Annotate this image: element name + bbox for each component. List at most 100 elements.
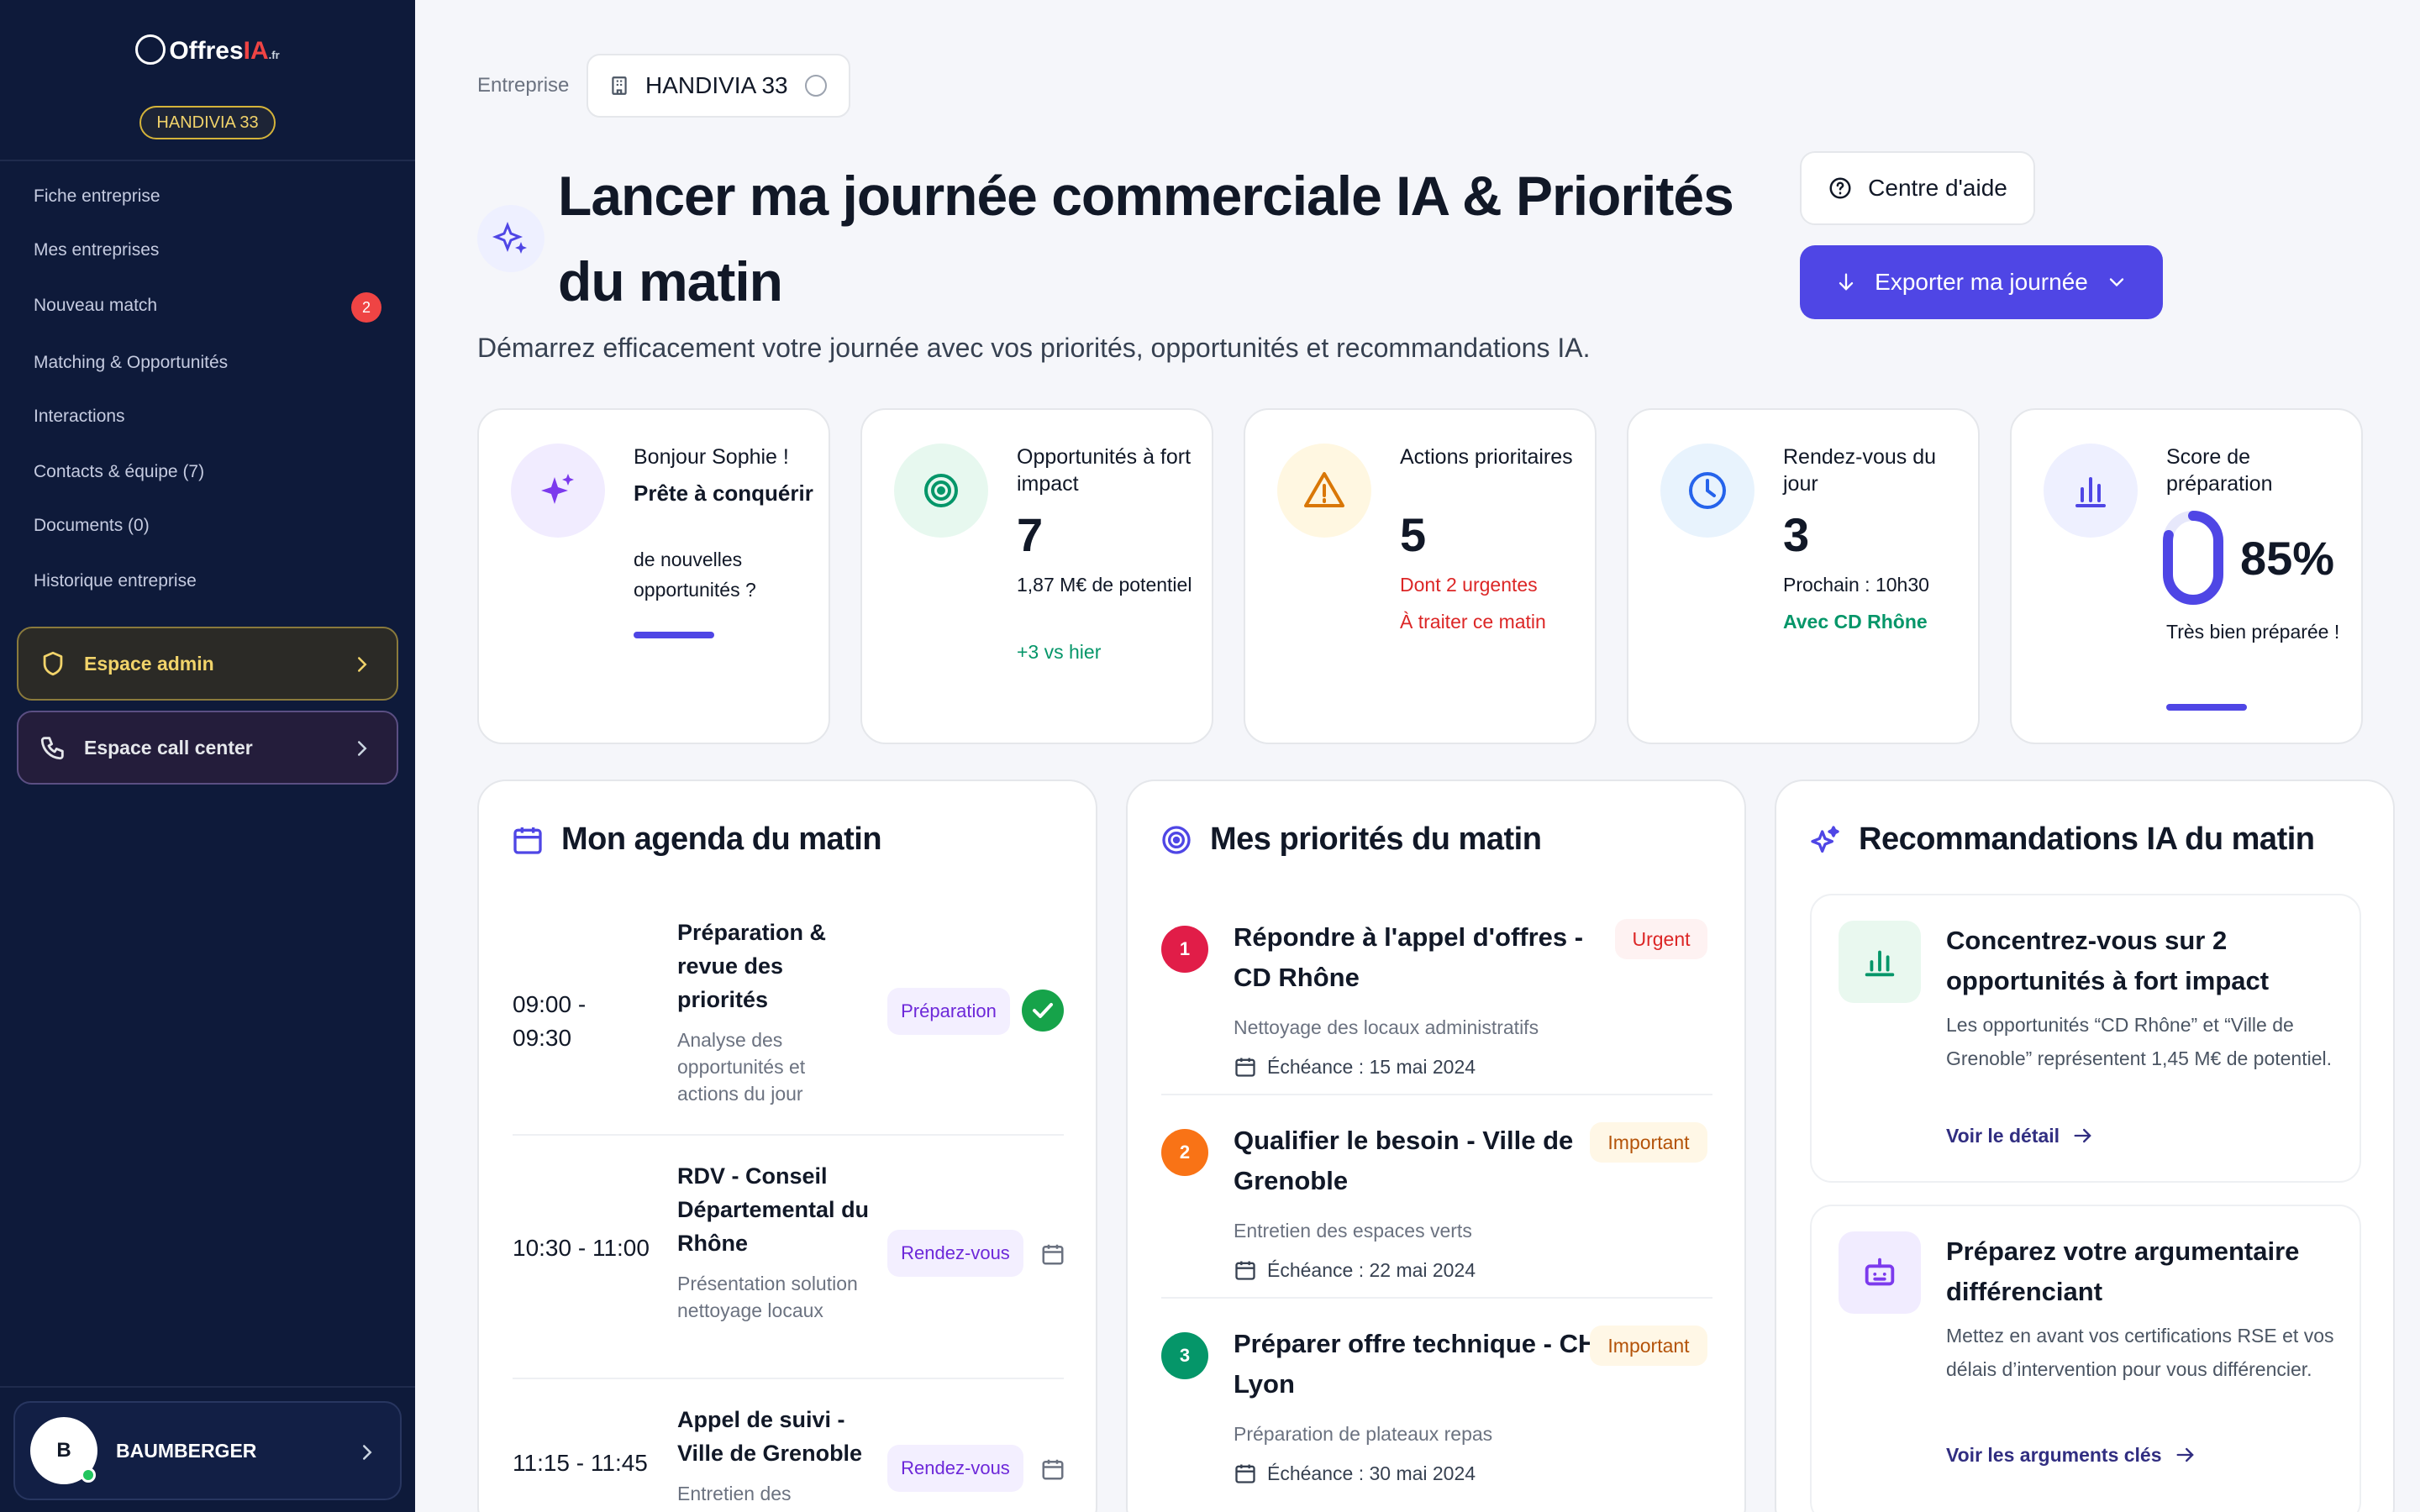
nav-count-badge: 2 xyxy=(351,292,381,323)
bar-chart-icon xyxy=(1865,950,1895,977)
agenda-item[interactable]: 10:30 - 11:00 RDV - Conseil Départementa… xyxy=(513,1159,1064,1369)
reco-text: Les opportunités “CD Rhône” et “Ville de… xyxy=(1946,1014,2333,1069)
priority-desc: Entretien des espaces verts xyxy=(1234,1220,1472,1242)
score-gauge xyxy=(2163,511,2223,605)
arrow-right-icon xyxy=(2176,1447,2194,1462)
logo-name: Offres xyxy=(169,37,244,65)
company-selector[interactable]: HANDIVIA 33 xyxy=(587,54,850,118)
call-center-button[interactable]: Espace call center xyxy=(17,711,398,785)
kpi-greeting-headline: Prête à conquérir xyxy=(634,480,813,506)
priority-desc: Préparation de plateaux repas xyxy=(1234,1423,1493,1445)
calendar-icon xyxy=(1235,1058,1255,1077)
nav-item-mes-entreprises[interactable]: Mes entreprises xyxy=(34,240,159,260)
online-status-dot xyxy=(81,1467,96,1483)
help-center-label: Centre d'aide xyxy=(1868,175,2007,201)
calendar-icon[interactable] xyxy=(1040,1242,1065,1267)
chevron-right-icon xyxy=(358,657,367,672)
nav-item-fiche-entreprise[interactable]: Fiche entreprise xyxy=(34,186,160,207)
agenda-title: Mon agenda du matin xyxy=(561,822,882,857)
kpi-card-meetings: Rendez-vous du jour 3 Prochain : 10h30 A… xyxy=(1627,408,1980,744)
check-circle-icon xyxy=(1022,990,1064,1032)
user-card[interactable]: B BAUMBERGER xyxy=(13,1401,402,1500)
row-divider xyxy=(1161,1094,1712,1095)
phone-icon xyxy=(40,737,64,760)
avatar-initial: B xyxy=(56,1439,71,1462)
agenda-tag: Rendez-vous xyxy=(887,1230,1023,1277)
chevron-down-icon xyxy=(2109,278,2124,287)
help-center-button[interactable]: Centre d'aide xyxy=(1800,151,2035,225)
logo-accent: IA xyxy=(243,37,269,65)
chevron-right-icon xyxy=(358,741,367,756)
export-day-button[interactable]: Exporter ma journée xyxy=(1800,245,2163,319)
nav-item-documents[interactable]: Documents (0) xyxy=(34,516,150,536)
nav-item-historique[interactable]: Historique entreprise xyxy=(34,571,197,591)
kpi-icon-badge xyxy=(1660,444,1754,538)
row-divider xyxy=(513,1134,1064,1136)
page-subtitle: Démarrez efficacement votre journée avec… xyxy=(477,333,1591,363)
reco-link[interactable]: Voir les arguments clés xyxy=(1946,1443,2197,1467)
row-divider xyxy=(513,1378,1064,1379)
priority-due-date: Échéance : 30 mai 2024 xyxy=(1267,1462,1476,1484)
nav-item-contacts[interactable]: Contacts & équipe (7) xyxy=(34,462,204,482)
priority-due: Échéance : 15 mai 2024 xyxy=(1234,1055,1476,1079)
agenda-event-desc: Entretien des xyxy=(677,1483,792,1504)
reco-icon-badge xyxy=(1839,1231,1921,1314)
agenda-time: 09:00 - 09:30 xyxy=(513,991,587,1051)
nav-item-nouveau-match[interactable]: Nouveau match xyxy=(34,296,157,316)
admin-space-button[interactable]: Espace admin xyxy=(17,627,398,701)
reco-text: Mettez en avant vos certifications RSE e… xyxy=(1946,1325,2334,1380)
priority-title: Répondre à l'appel d'offres - CD Rhône xyxy=(1234,922,1584,992)
app-logo[interactable]: OffresIA.fr xyxy=(0,34,415,67)
user-name: BAUMBERGER xyxy=(116,1439,257,1462)
kpi-score-value: 85% xyxy=(2240,532,2335,585)
arrow-down-icon xyxy=(1839,273,1854,291)
reco-link[interactable]: Voir le détail xyxy=(1946,1124,2095,1147)
priority-number: 2 xyxy=(1161,1129,1208,1176)
admin-space-label: Espace admin xyxy=(84,652,214,675)
reco-title: Concentrez-vous sur 2 opportunités à for… xyxy=(1946,926,2270,995)
priority-item[interactable]: 3 Préparer offre technique - CH Lyon Pré… xyxy=(1161,1324,1712,1509)
sidebar: OffresIA.fr HANDIVIA 33 Fiche entreprise… xyxy=(0,0,415,1512)
brain-logo-icon xyxy=(135,34,166,66)
kpi-actions-title: Actions prioritaires xyxy=(1400,445,1573,469)
target-icon xyxy=(924,474,958,507)
robot-icon xyxy=(1865,1257,1895,1286)
agenda-event-title: Préparation & revue des priorités xyxy=(677,920,827,1012)
kpi-meetings-next: Prochain : 10h30 xyxy=(1783,574,1929,596)
row-divider xyxy=(1161,1297,1712,1299)
kpi-card-greeting: Bonjour Sophie ! Prête à conquérir de no… xyxy=(477,408,830,744)
clock-icon xyxy=(1689,472,1726,509)
priorities-title: Mes priorités du matin xyxy=(1210,822,1542,857)
nav-item-interactions[interactable]: Interactions xyxy=(34,407,125,427)
priority-item[interactable]: 1 Répondre à l'appel d'offres - CD Rhône… xyxy=(1161,917,1712,1102)
kpi-icon-badge xyxy=(2044,444,2138,538)
kpi-card-opportunities: Opportunités à fort impact 7 1,87 M€ de … xyxy=(860,408,1213,744)
agenda-item[interactable]: 09:00 - 09:30 Préparation & revue des pr… xyxy=(513,916,1064,1126)
agenda-header: Mon agenda du matin xyxy=(511,822,882,858)
kpi-actions-todo: À traiter ce matin xyxy=(1400,611,1546,633)
nav-item-matching[interactable]: Matching & Opportunités xyxy=(34,353,228,373)
recommendation-card: Concentrez-vous sur 2 opportunités à for… xyxy=(1810,894,2361,1183)
agenda-panel: Mon agenda du matin 09:00 - 09:30 Prépar… xyxy=(477,780,1097,1512)
priorities-header: Mes priorités du matin xyxy=(1160,822,1542,858)
recommendations-title: Recommandations IA du matin xyxy=(1859,822,2315,857)
kpi-greeting-title: Bonjour Sophie ! xyxy=(634,445,789,469)
shield-icon xyxy=(43,651,63,676)
agenda-event-title: Appel de suivi - Ville de Grenoble xyxy=(677,1407,863,1466)
sparkles-icon xyxy=(492,221,527,254)
sidebar-divider xyxy=(0,1386,415,1388)
priority-due: Échéance : 30 mai 2024 xyxy=(1234,1462,1476,1485)
circle-icon xyxy=(804,75,827,97)
kpi-greeting-text: de nouvelles opportunités ? xyxy=(634,549,756,601)
kpi-score-caption: Très bien préparée ! xyxy=(2166,621,2340,643)
bar-chart-icon xyxy=(2075,477,2106,507)
kpi-actions-urgent: Dont 2 urgentes xyxy=(1400,574,1538,596)
agenda-tag: Préparation xyxy=(887,988,1010,1035)
kpi-icon-badge xyxy=(511,444,605,538)
agenda-item[interactable]: 11:15 - 11:45 Appel de suivi - Ville de … xyxy=(513,1403,1064,1512)
priority-due: Échéance : 22 mai 2024 xyxy=(1234,1258,1476,1282)
priority-tag-important: Important xyxy=(1590,1326,1707,1366)
calendar-icon[interactable] xyxy=(1040,1457,1065,1482)
priority-item[interactable]: 2 Qualifier le besoin - Ville de Grenobl… xyxy=(1161,1121,1712,1305)
calendar-icon xyxy=(513,827,542,854)
